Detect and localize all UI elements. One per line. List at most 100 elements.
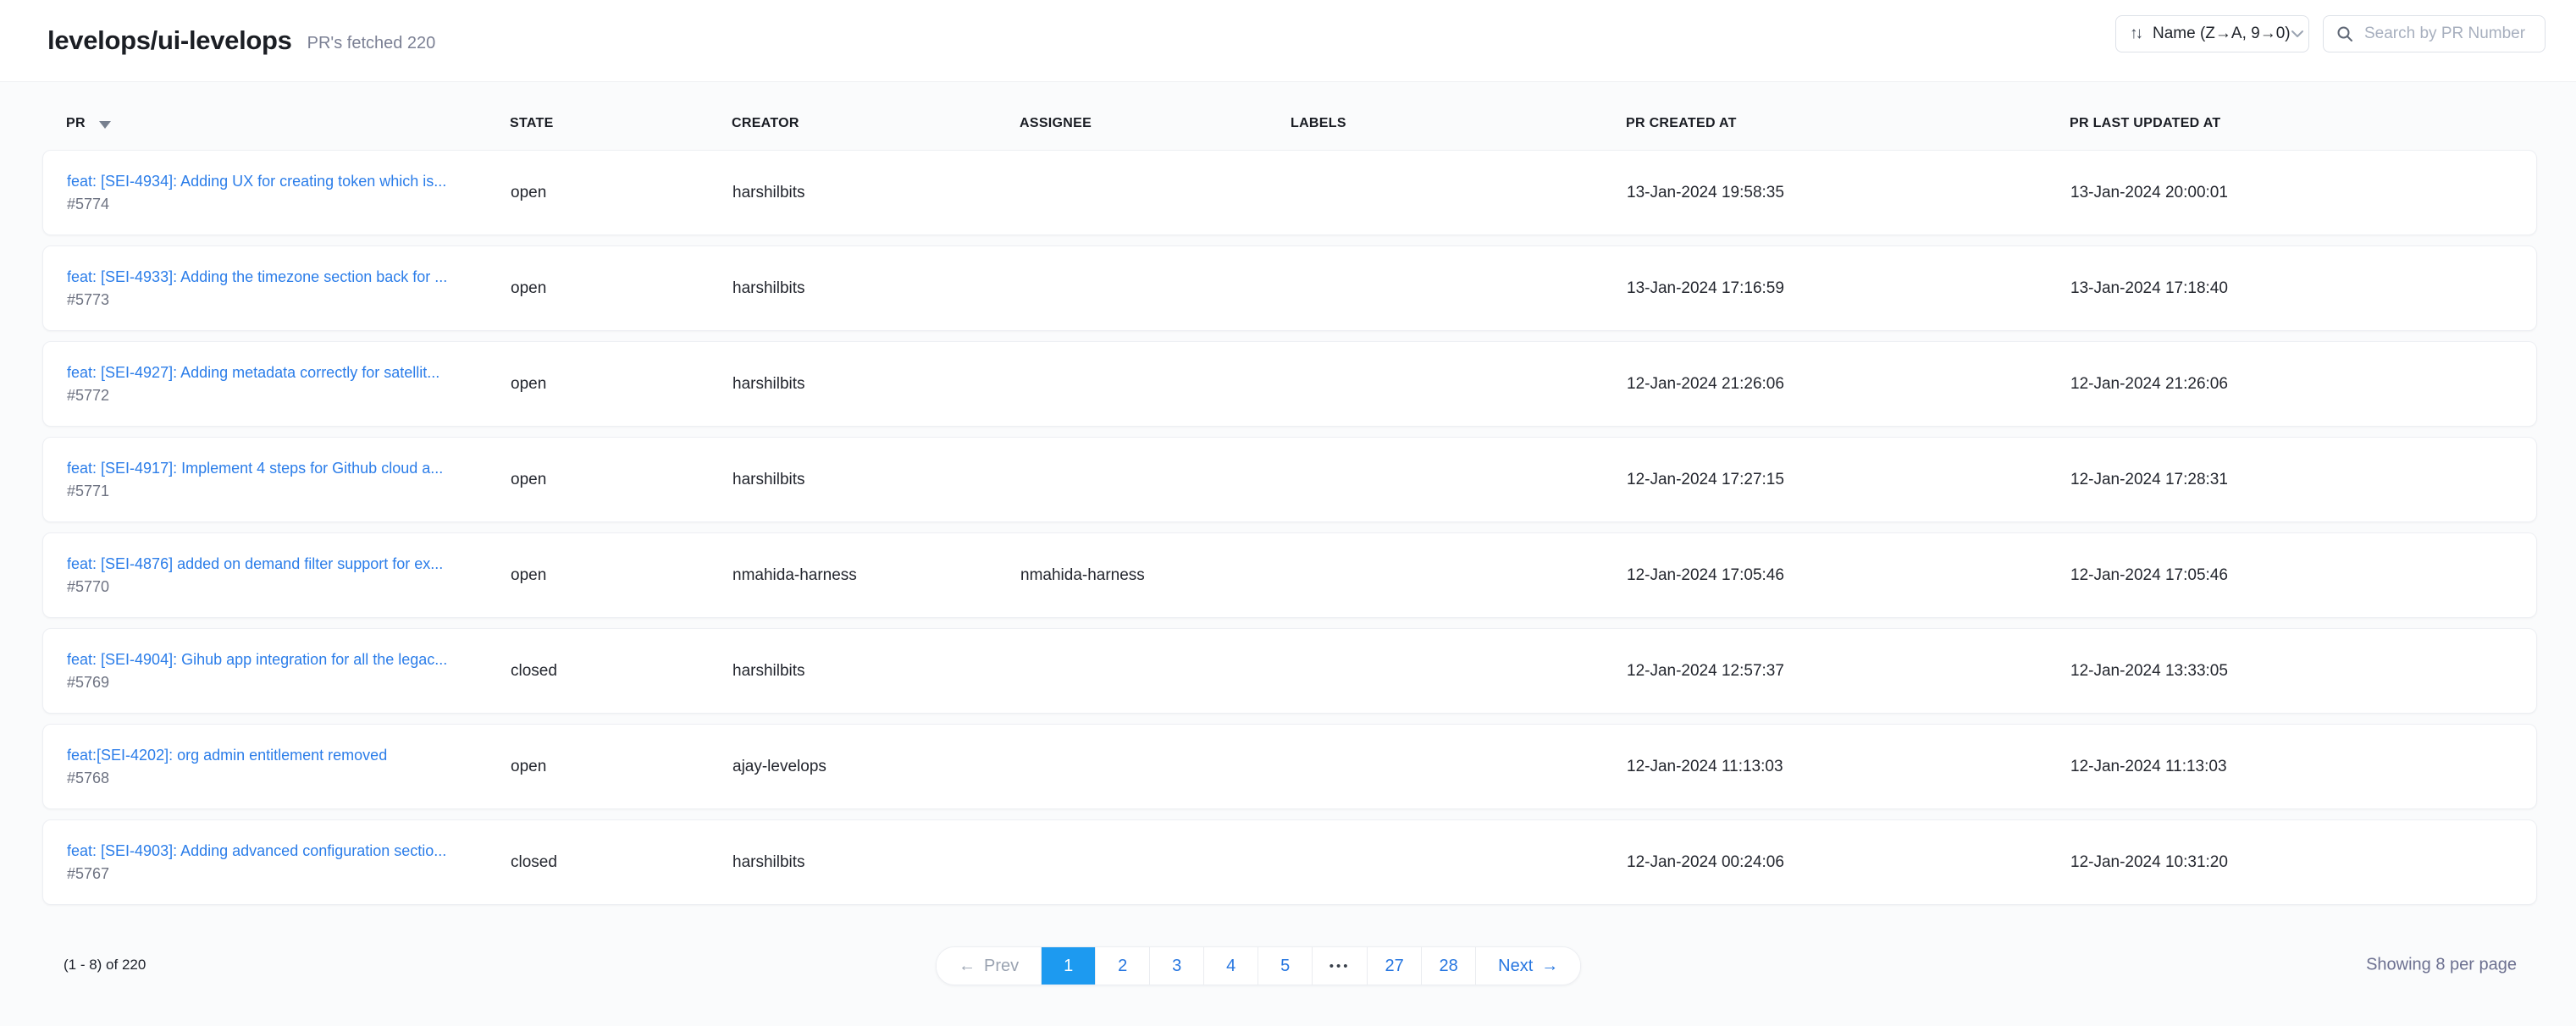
sort-dropdown[interactable]: ↑↓ Name (Z→A, 9→0) — [2115, 15, 2309, 52]
pr-title-link[interactable]: feat: [SEI-4927]: Adding metadata correc… — [67, 364, 495, 382]
pr-title-link[interactable]: feat:[SEI-4202]: org admin entitlement r… — [67, 747, 495, 764]
pr-created-at: 12-Jan-2024 17:05:46 — [1627, 566, 2070, 585]
pr-number: #5767 — [67, 865, 495, 883]
pr-cell: feat: [SEI-4876] added on demand filter … — [67, 555, 511, 596]
search-box — [2323, 15, 2546, 52]
page-title: levelops/ui-levelops — [47, 25, 292, 56]
fetched-count: PR's fetched 220 — [307, 34, 436, 53]
sort-dropdown-label: Name (Z→A, 9→0) — [2153, 25, 2291, 43]
pr-updated-at: 12-Jan-2024 21:26:06 — [2070, 375, 2536, 394]
page-number-button[interactable]: 5 — [1258, 947, 1312, 985]
pr-cell: feat: [SEI-4927]: Adding metadata correc… — [67, 364, 511, 405]
pr-updated-at: 12-Jan-2024 17:28:31 — [2070, 471, 2536, 489]
search-icon — [2336, 25, 2354, 43]
pr-created-at: 13-Jan-2024 17:16:59 — [1627, 279, 2070, 298]
pr-number: #5773 — [67, 291, 495, 309]
table-body: feat: [SEI-4934]: Adding UX for creating… — [42, 150, 2537, 905]
pr-updated-at: 13-Jan-2024 20:00:01 — [2070, 184, 2536, 202]
pr-state: open — [511, 184, 732, 202]
pr-creator: harshilbits — [732, 853, 1020, 872]
table-row: feat: [SEI-4934]: Adding UX for creating… — [42, 150, 2537, 235]
page-number-button[interactable]: 2 — [1095, 947, 1149, 985]
column-header-created-at: PR CREATED AT — [1626, 116, 2070, 131]
pr-cell: feat: [SEI-4933]: Adding the timezone se… — [67, 268, 511, 309]
pr-title-link[interactable]: feat: [SEI-4904]: Gihub app integration … — [67, 651, 495, 669]
pr-updated-at: 12-Jan-2024 13:33:05 — [2070, 662, 2536, 681]
sort-arrows-icon: ↑↓ — [2130, 25, 2141, 43]
pr-created-at: 12-Jan-2024 17:27:15 — [1627, 471, 2070, 489]
pr-number: #5771 — [67, 483, 495, 500]
pr-creator: ajay-levelops — [732, 758, 1020, 776]
pr-creator: harshilbits — [732, 471, 1020, 489]
pagination-range: (1 - 8) of 220 — [64, 957, 146, 974]
pr-creator: nmahida-harness — [732, 566, 1020, 585]
table-row: feat: [SEI-4933]: Adding the timezone se… — [42, 245, 2537, 331]
column-header-pr-label: PR — [66, 116, 86, 131]
pr-assignee: nmahida-harness — [1020, 566, 1291, 585]
pr-created-at: 12-Jan-2024 21:26:06 — [1627, 375, 2070, 394]
pr-created-at: 12-Jan-2024 00:24:06 — [1627, 853, 2070, 872]
pr-creator: harshilbits — [732, 662, 1020, 681]
pr-cell: feat: [SEI-4934]: Adding UX for creating… — [67, 173, 511, 213]
table-row: feat: [SEI-4917]: Implement 4 steps for … — [42, 437, 2537, 522]
pagination-ellipsis: ••• — [1312, 947, 1367, 985]
pr-number: #5768 — [67, 770, 495, 787]
left-arrow-icon: ← — [959, 957, 976, 976]
pr-cell: feat: [SEI-4917]: Implement 4 steps for … — [67, 460, 511, 500]
prev-page-button[interactable]: ← Prev — [937, 947, 1041, 985]
pr-title-link[interactable]: feat: [SEI-4876] added on demand filter … — [67, 555, 495, 573]
chevron-down-icon — [2291, 30, 2304, 38]
table-row: feat: [SEI-4927]: Adding metadata correc… — [42, 341, 2537, 427]
next-page-button[interactable]: Next → — [1475, 947, 1580, 985]
pagination: ← Prev 12345•••2728 Next → — [936, 946, 1581, 985]
table-header-row: PR STATE CREATOR ASSIGNEE LABELS PR CREA… — [42, 82, 2537, 150]
pr-updated-at: 13-Jan-2024 17:18:40 — [2070, 279, 2536, 298]
pr-state: open — [511, 375, 732, 394]
pr-title-link[interactable]: feat: [SEI-4934]: Adding UX for creating… — [67, 173, 495, 190]
pr-title-link[interactable]: feat: [SEI-4933]: Adding the timezone se… — [67, 268, 495, 286]
pr-creator: harshilbits — [732, 184, 1020, 202]
column-header-updated-at: PR LAST UPDATED AT — [2070, 116, 2537, 131]
page-number-button[interactable]: 4 — [1203, 947, 1258, 985]
page-number-button[interactable]: 27 — [1367, 947, 1421, 985]
right-arrow-icon: → — [1541, 957, 1558, 976]
pr-created-at: 13-Jan-2024 19:58:35 — [1627, 184, 2070, 202]
prev-label: Prev — [984, 957, 1019, 976]
next-label: Next — [1498, 957, 1533, 976]
topbar: levelops/ui-levelops PR's fetched 220 ↑↓… — [0, 0, 2576, 82]
header-controls: ↑↓ Name (Z→A, 9→0) — [2115, 15, 2546, 52]
pr-updated-at: 12-Jan-2024 17:05:46 — [2070, 566, 2536, 585]
pr-updated-at: 12-Jan-2024 11:13:03 — [2070, 758, 2536, 776]
column-header-labels: LABELS — [1291, 116, 1626, 131]
pr-creator: harshilbits — [732, 375, 1020, 394]
table-row: feat: [SEI-4904]: Gihub app integration … — [42, 628, 2537, 714]
pr-state: closed — [511, 662, 732, 681]
column-header-creator: CREATOR — [732, 116, 1020, 131]
pr-updated-at: 12-Jan-2024 10:31:20 — [2070, 853, 2536, 872]
pr-table: PR STATE CREATOR ASSIGNEE LABELS PR CREA… — [0, 82, 2576, 1026]
pr-title-link[interactable]: feat: [SEI-4917]: Implement 4 steps for … — [67, 460, 495, 477]
table-row: feat: [SEI-4876] added on demand filter … — [42, 532, 2537, 618]
pr-created-at: 12-Jan-2024 11:13:03 — [1627, 758, 2070, 776]
page-number-button-active[interactable]: 1 — [1041, 947, 1095, 985]
pr-number: #5772 — [67, 387, 495, 405]
per-page-info: Showing 8 per page — [2366, 956, 2517, 975]
table-row: feat: [SEI-4903]: Adding advanced config… — [42, 819, 2537, 905]
pr-state: open — [511, 279, 732, 298]
sort-caret-icon — [99, 121, 111, 129]
pr-state: open — [511, 758, 732, 776]
pr-number: #5770 — [67, 578, 495, 596]
pr-title-link[interactable]: feat: [SEI-4903]: Adding advanced config… — [67, 842, 495, 860]
search-input[interactable] — [2364, 25, 2533, 43]
table-row: feat:[SEI-4202]: org admin entitlement r… — [42, 724, 2537, 809]
column-header-pr[interactable]: PR — [66, 116, 510, 131]
pr-state: closed — [511, 853, 732, 872]
page-number-button[interactable]: 3 — [1149, 947, 1203, 985]
page-number-button[interactable]: 28 — [1421, 947, 1475, 985]
pr-cell: feat:[SEI-4202]: org admin entitlement r… — [67, 747, 511, 787]
pr-cell: feat: [SEI-4903]: Adding advanced config… — [67, 842, 511, 883]
pr-creator: harshilbits — [732, 279, 1020, 298]
pr-state: open — [511, 566, 732, 585]
pr-cell: feat: [SEI-4904]: Gihub app integration … — [67, 651, 511, 692]
column-header-state: STATE — [510, 116, 732, 131]
